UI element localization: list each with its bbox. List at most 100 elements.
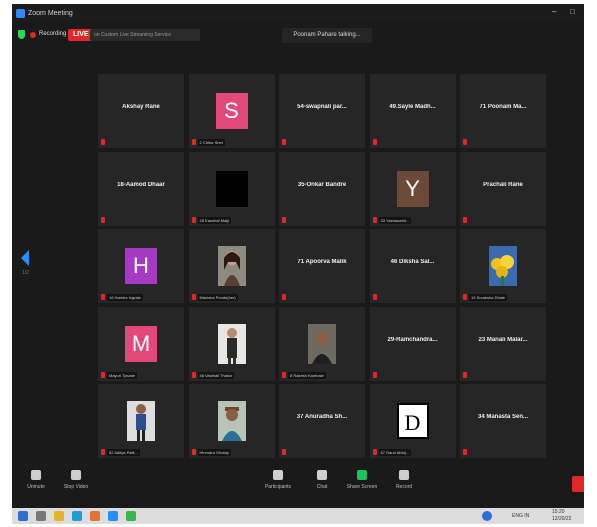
zoom-window: Zoom Meeting – □ Recording LIVE on Custo…	[12, 4, 584, 524]
muted-mic-icon	[463, 139, 467, 145]
participant-tile[interactable]: 28 Kaushal Malji	[188, 151, 275, 226]
participant-tile[interactable]: 35-Onkar Bandre	[279, 151, 365, 226]
chat-button[interactable]: Chat	[302, 470, 342, 490]
muted-mic-icon	[372, 371, 377, 378]
participants-button[interactable]: Participants	[258, 470, 298, 490]
taskbar-time: 15:20	[552, 509, 565, 515]
participant-nametag: 48 Vaidhali Thakur	[197, 371, 235, 379]
participant-tile[interactable]: D 67 Gauri Abhij...	[369, 384, 456, 458]
muted-mic-icon	[101, 294, 105, 300]
participant-tile[interactable]: 18-Aamod Dhaar	[98, 151, 184, 226]
participant-avatar	[215, 170, 248, 207]
participant-nametag: 2 Chitra Shet	[197, 139, 225, 146]
end-meeting-button[interactable]	[572, 476, 584, 492]
taskbar-language[interactable]: ENG IN	[512, 513, 529, 519]
stop-video-label: Stop Video	[63, 484, 89, 490]
microphone-icon	[31, 470, 41, 480]
participant-tile[interactable]: Akshay Rane	[98, 74, 184, 148]
participant-photo	[308, 323, 336, 364]
active-speaker-indicator: Poonam Pahare talking...	[282, 28, 372, 43]
participant-tile[interactable]: M Mayuri Tjavale	[98, 306, 184, 381]
minimize-button[interactable]: –	[552, 7, 556, 16]
help-icon[interactable]	[482, 511, 492, 521]
participant-nametag: 16 Harsha Ingrale	[107, 294, 143, 301]
participant-name: 49.Sayle Madh...	[389, 104, 436, 110]
participant-name: 71 Poonam Ma...	[479, 104, 527, 110]
participant-name: 46 Diksha Sal...	[390, 259, 435, 265]
maximize-button[interactable]: □	[570, 7, 575, 16]
muted-mic-icon	[372, 216, 377, 223]
participant-tile[interactable]: 71 Poonam Ma...	[460, 74, 546, 148]
security-shield-icon[interactable]	[18, 30, 25, 39]
muted-mic-icon	[463, 371, 467, 378]
participant-avatar: S	[215, 93, 248, 129]
participant-avatar: H	[125, 248, 157, 284]
muted-mic-icon	[282, 371, 286, 378]
muted-mic-icon	[372, 449, 377, 455]
window-title: Zoom Meeting	[28, 9, 73, 17]
participant-tile[interactable]: H 16 Harsha Ingrale	[98, 229, 184, 303]
title-bar: Zoom Meeting – □	[12, 4, 584, 22]
participant-nametag: Hirendra Gholap	[197, 449, 231, 456]
participant-tile[interactable]: S 2 Chitra Shet	[188, 74, 275, 148]
meeting-toolbar: Unmute Stop Video Participants Chat Shar…	[12, 464, 584, 508]
participant-nametag: Manisha Ponde(ber)	[197, 294, 238, 301]
muted-mic-icon	[191, 216, 196, 223]
file-explorer-icon[interactable]	[54, 511, 64, 521]
participants-label: Participants	[264, 484, 292, 490]
share-screen-button[interactable]: Share Screen	[342, 470, 382, 490]
participant-tile[interactable]: Hirendra Gholap	[188, 384, 275, 458]
participant-tile[interactable]: 34 Manasta Sen...	[460, 384, 546, 458]
firefox-icon[interactable]	[90, 511, 100, 521]
participant-tile[interactable]: 23 Manali Malar...	[460, 306, 546, 381]
muted-mic-icon	[101, 139, 105, 145]
gallery-grid: Akshay Rane S 2 Chitra Shet 54-swapnali par…	[98, 74, 546, 458]
participant-name: 23 Manali Malar...	[478, 336, 528, 343]
live-stream-target[interactable]: on Custom Live Streaming Service	[90, 29, 200, 41]
zoom-logo-icon	[16, 8, 25, 18]
participant-photo	[217, 323, 246, 364]
participant-nametag: 19 Suraksha Dhale	[469, 294, 508, 301]
participant-tile[interactable]: Y 33 Yashaswini...	[369, 151, 456, 226]
participant-tile[interactable]: 8 Rakesh Kambale	[279, 306, 365, 381]
participant-name: 37 Anuradha Sh...	[296, 414, 348, 420]
participant-nametag: 67 Gauri Abhij...	[378, 449, 411, 456]
participant-tile[interactable]: 37 Anuradha Sh...	[279, 384, 365, 458]
participant-tile[interactable]: 19 Suraksha Dhale	[460, 229, 546, 303]
participant-name: 35-Onkar Bandre	[297, 181, 347, 188]
task-view-icon[interactable]	[36, 511, 46, 521]
participant-nametag: 28 Kaushal Malji	[197, 216, 231, 224]
stop-video-button[interactable]: Stop Video	[56, 470, 96, 490]
participant-tile[interactable]: 29-Ramchandra...	[369, 306, 456, 381]
participant-tile[interactable]: Prachali Rane	[460, 151, 546, 226]
participant-tile[interactable]: 49.Sayle Madh...	[369, 74, 456, 148]
muted-mic-icon	[191, 371, 196, 378]
unmute-button[interactable]: Unmute	[16, 470, 56, 490]
muted-mic-icon	[282, 216, 286, 223]
record-icon	[399, 470, 409, 480]
muted-mic-icon	[282, 449, 286, 455]
share-screen-icon	[357, 470, 367, 480]
edge-browser-icon[interactable]	[72, 511, 82, 521]
recording-label: Recording	[39, 31, 67, 37]
previous-page-arrow-icon[interactable]	[21, 250, 29, 266]
participant-avatar: D	[396, 403, 429, 439]
muted-mic-icon	[372, 139, 377, 145]
zoom-taskbar-icon[interactable]	[108, 511, 118, 521]
participant-tile[interactable]: 54-swapnali par...	[279, 74, 365, 148]
participant-tile[interactable]: 71 Apoorva Malik	[279, 229, 365, 303]
muted-mic-icon	[372, 294, 377, 300]
chrome-icon[interactable]	[126, 511, 136, 521]
windows-start-icon[interactable]	[18, 511, 28, 521]
participant-photo	[127, 401, 155, 441]
participant-tile[interactable]: 52 Aditya Patil...	[98, 384, 184, 458]
taskbar-date: 12/20/22	[552, 516, 572, 522]
participant-tile[interactable]: 46 Diksha Sal...	[369, 229, 456, 303]
participant-name: 71 Apoorva Malik	[297, 259, 347, 265]
participant-tile[interactable]: 48 Vaidhali Thakur	[188, 306, 275, 381]
participant-avatar: Y	[396, 170, 429, 207]
participant-tile[interactable]: Manisha Ponde(ber)	[188, 229, 275, 303]
muted-mic-icon	[463, 449, 467, 455]
record-button[interactable]: Record	[384, 470, 424, 490]
muted-mic-icon	[191, 449, 196, 455]
